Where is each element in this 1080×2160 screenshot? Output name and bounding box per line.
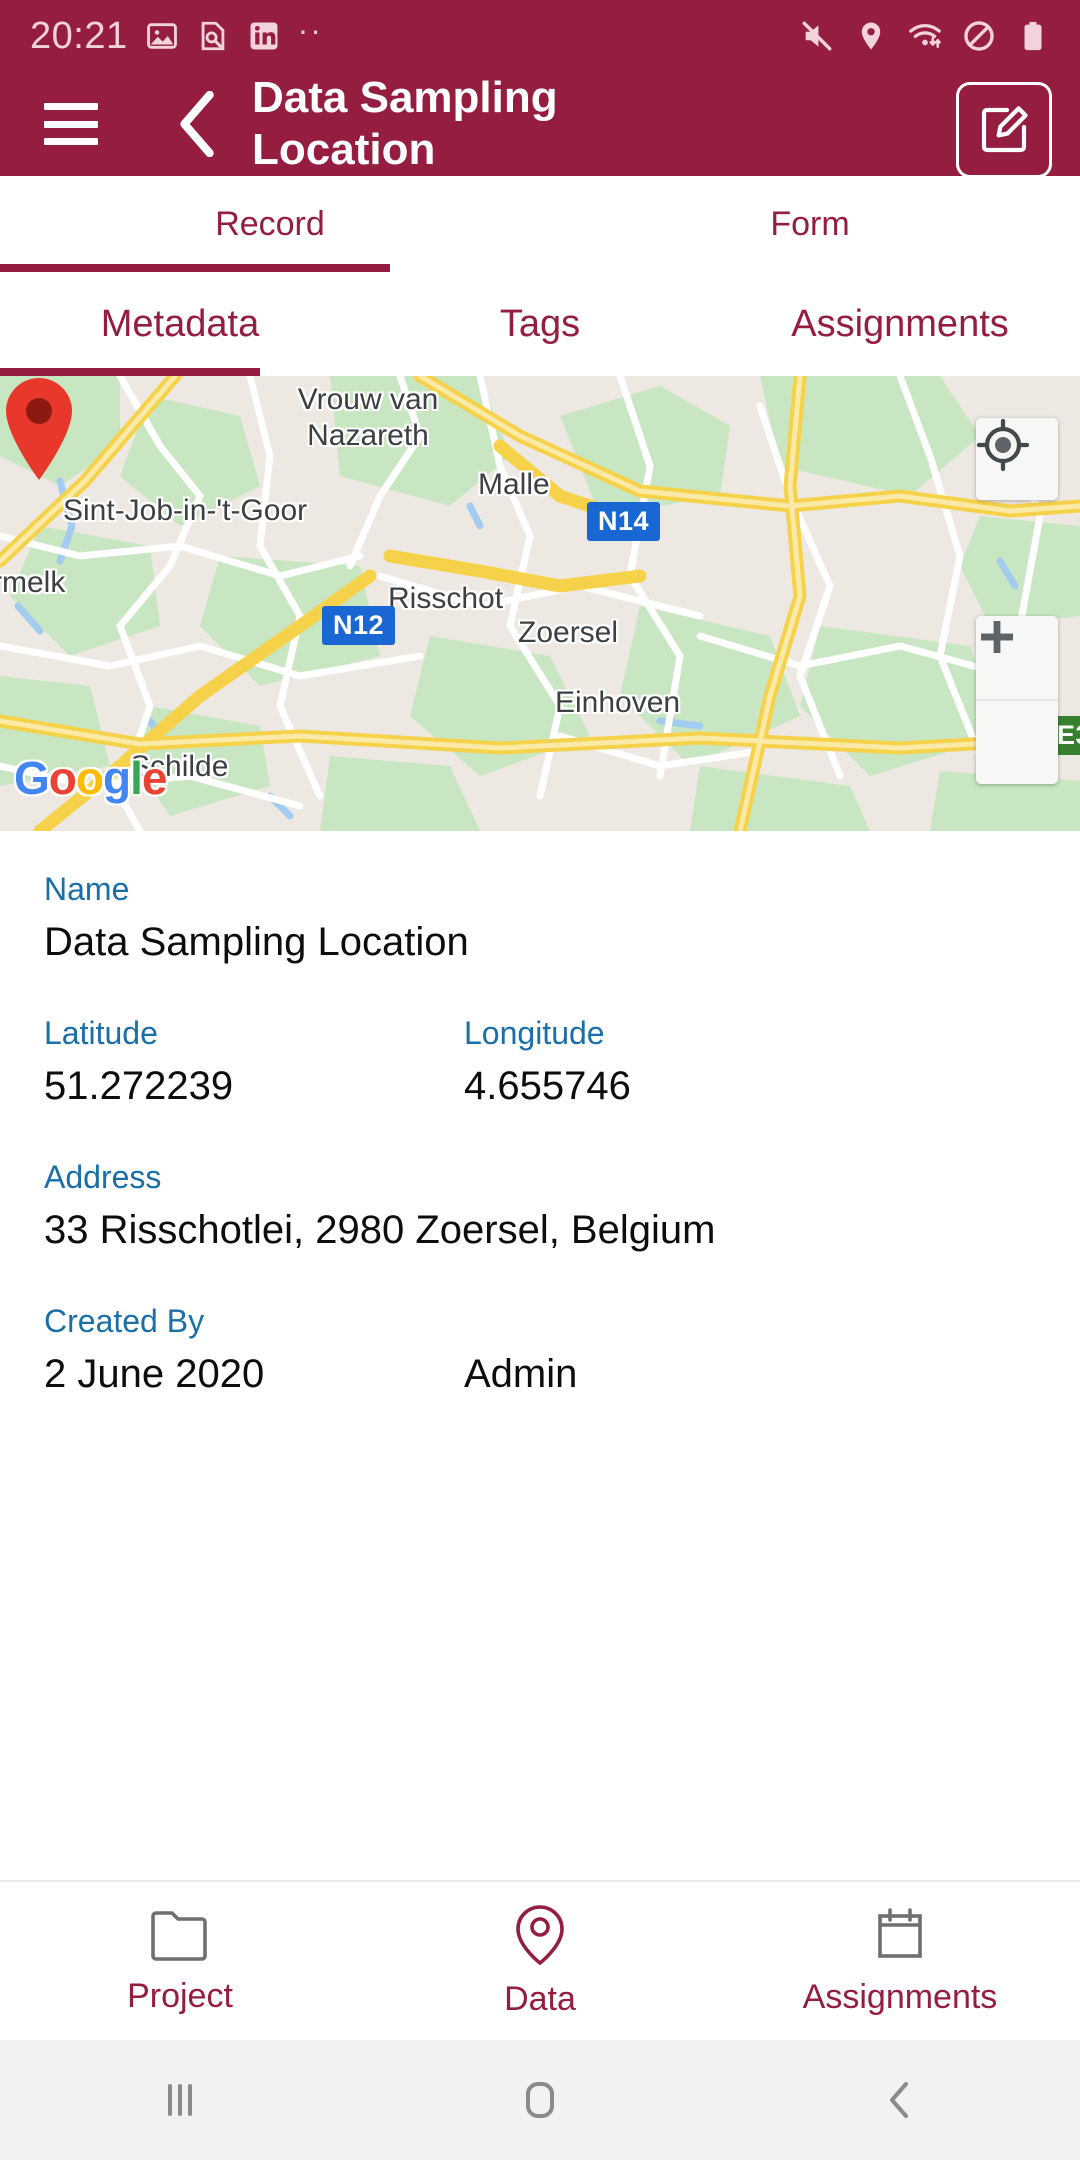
google-logo-letter: o	[75, 752, 104, 804]
hamburger-menu-icon[interactable]	[44, 103, 98, 145]
secondary-tabs: Metadata Tags Assignments	[0, 272, 1080, 376]
field-label-name: Name	[44, 871, 130, 907]
field-label-longitude: Longitude	[464, 1015, 605, 1051]
primary-tabs: Record Form	[0, 176, 1080, 272]
google-attribution-logo: Google	[14, 751, 168, 805]
primary-tab-indicator	[0, 264, 390, 272]
google-logo-letter: g	[103, 752, 131, 804]
field-latitude: Latitude 51.272239	[44, 1015, 464, 1109]
image-icon	[146, 23, 177, 49]
map-view[interactable]: Vrouw van Nazareth Sint-Job-in-'t-Goor r…	[0, 376, 1080, 831]
wifi-icon	[909, 24, 941, 48]
status-time: 20:21	[30, 14, 128, 57]
field-label-address: Address	[44, 1159, 162, 1195]
google-logo-letter: e	[141, 752, 168, 804]
field-name: Name Data Sampling Location	[44, 871, 1036, 965]
tab-metadata[interactable]: Metadata	[0, 272, 360, 376]
status-bar-right	[800, 19, 1050, 53]
field-label-created-user-spacer	[464, 1303, 577, 1340]
field-created-user: Admin	[464, 1303, 577, 1397]
tab-assignments[interactable]: Assignments	[720, 272, 1080, 376]
google-logo-letter: l	[130, 752, 143, 804]
field-longitude: Longitude 4.655746	[464, 1015, 631, 1109]
bottom-navigation: Project Data Assignments	[0, 1880, 1080, 2040]
my-location-icon[interactable]	[976, 418, 1058, 500]
google-logo-letter: G	[14, 752, 50, 804]
tab-form[interactable]: Form	[540, 176, 1080, 272]
field-value-name: Data Sampling Location	[44, 920, 469, 964]
status-bar: 20:21 ··	[0, 0, 1080, 72]
app-bar: Data Sampling Location	[0, 72, 1080, 178]
secondary-tab-indicator	[0, 368, 260, 376]
tab-record[interactable]: Record	[0, 176, 540, 272]
field-address: Address 33 Risschotlei, 2980 Zoersel, Be…	[44, 1159, 1036, 1253]
bottom-nav-project[interactable]: Project	[0, 1907, 360, 2016]
do-not-disturb-icon	[964, 21, 994, 51]
zoom-out-button[interactable]	[976, 633, 1058, 784]
bottom-nav-data-label: Data	[504, 1979, 576, 2018]
system-navigation-bar	[0, 2040, 1080, 2160]
calendar-icon	[878, 1907, 922, 1958]
bottom-nav-assignments-label: Assignments	[802, 1977, 998, 2016]
document-search-icon	[201, 21, 224, 51]
google-logo-letter: o	[48, 752, 77, 804]
page-title: Data Sampling Location	[252, 73, 558, 174]
field-value-latitude: 51.272239	[44, 1064, 234, 1108]
field-value-created-date: 2 June 2020	[44, 1352, 265, 1396]
bottom-nav-data[interactable]: Data	[360, 1904, 720, 2019]
field-value-created-user: Admin	[464, 1352, 578, 1396]
location-pin-icon	[516, 1904, 564, 1965]
map-pin-marker[interactable]	[0, 376, 78, 482]
battery-icon	[1024, 21, 1042, 51]
folder-icon	[151, 1910, 207, 1961]
recents-button[interactable]	[0, 2076, 360, 2124]
field-value-address: 33 Risschotlei, 2980 Zoersel, Belgium	[44, 1208, 716, 1252]
tab-tags[interactable]: Tags	[360, 272, 720, 376]
back-chevron-icon[interactable]	[176, 91, 220, 157]
field-created-date: Created By 2 June 2020	[44, 1303, 464, 1397]
field-value-longitude: 4.655746	[464, 1064, 631, 1108]
app-root: 20:21 ·· Data Sampling Location Record F…	[0, 0, 1080, 2160]
linkedin-icon	[250, 22, 278, 50]
home-button[interactable]	[360, 2076, 720, 2124]
edit-pencil-icon[interactable]	[956, 82, 1052, 178]
field-label-created-by: Created By	[44, 1303, 205, 1339]
bottom-nav-project-label: Project	[127, 1976, 233, 2015]
road-shield-n12: N12	[322, 606, 396, 645]
bottom-nav-assignments[interactable]: Assignments	[720, 1906, 1080, 2017]
back-button[interactable]	[720, 2076, 1080, 2124]
field-latitude-longitude: Latitude 51.272239 Longitude 4.655746	[44, 1015, 1036, 1109]
field-label-latitude: Latitude	[44, 1015, 158, 1051]
road-shield-n14: N14	[587, 502, 661, 541]
field-created-by: Created By 2 June 2020 Admin	[44, 1303, 1036, 1397]
more-dots-icon: ··	[297, 12, 323, 48]
location-icon	[861, 22, 881, 50]
metadata-details: Name Data Sampling Location Latitude 51.…	[0, 831, 1080, 1880]
mute-icon	[802, 21, 832, 51]
status-bar-left: 20:21 ··	[30, 12, 323, 58]
map-zoom-controls[interactable]	[976, 616, 1058, 784]
